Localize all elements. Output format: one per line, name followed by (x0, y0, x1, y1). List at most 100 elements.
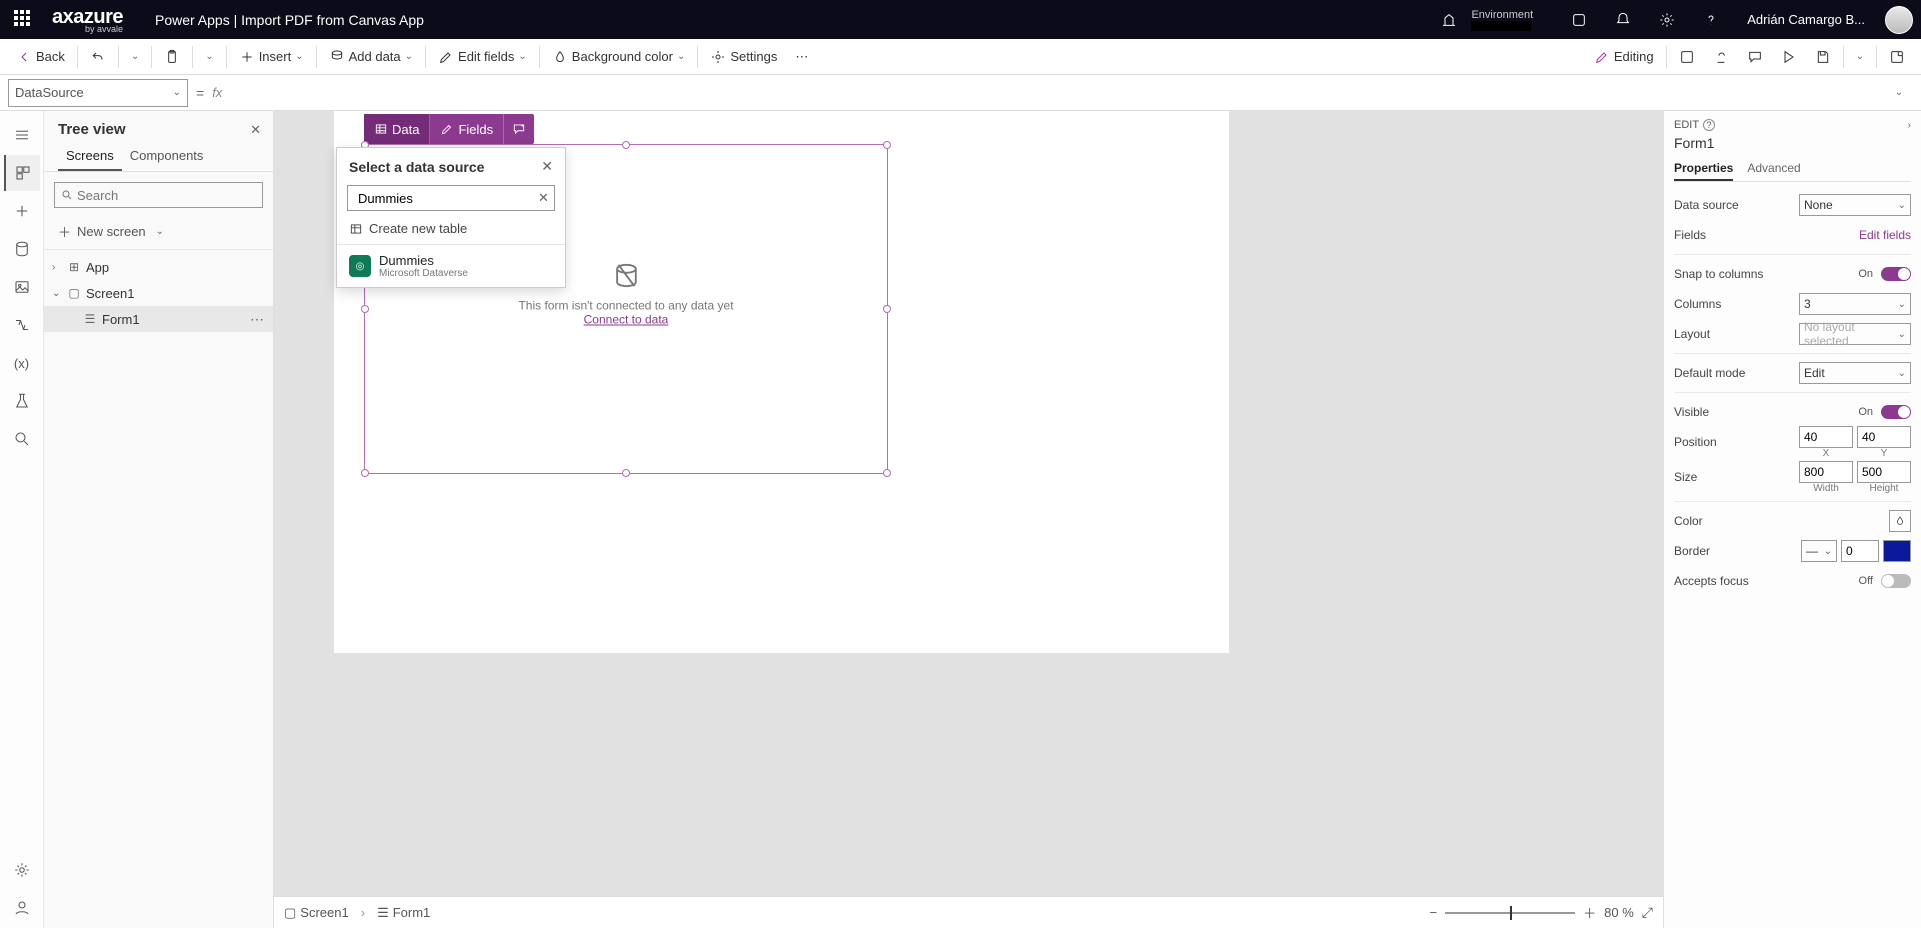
preview-button[interactable] (1773, 41, 1805, 73)
comments-button[interactable] (1739, 41, 1771, 73)
resize-handle[interactable] (361, 305, 369, 313)
tree-item-overflow[interactable]: ⋯ (250, 311, 265, 328)
tree-close-button[interactable]: ✕ (250, 122, 261, 138)
properties-tab[interactable]: Properties (1674, 157, 1733, 181)
rail-tests-icon[interactable] (4, 383, 40, 419)
notifications-icon[interactable] (1607, 4, 1639, 36)
chevron-right-icon[interactable]: › (1908, 120, 1911, 131)
resize-handle[interactable] (883, 469, 891, 477)
settings-icon[interactable] (1651, 4, 1683, 36)
border-style-dropdown[interactable]: —⌄ (1801, 540, 1837, 562)
paste-button[interactable] (156, 41, 188, 73)
fit-screen-button[interactable]: ⤢ (1642, 904, 1653, 921)
snap-toggle[interactable] (1881, 267, 1911, 281)
editing-mode-button[interactable]: Editing (1586, 41, 1662, 73)
property-selector[interactable]: DataSource ⌄ (8, 79, 188, 107)
breadcrumb-screen1[interactable]: ▢ Screen1 (284, 905, 349, 921)
acceptsfocus-toggle[interactable] (1881, 574, 1911, 588)
rail-hamburger-icon[interactable] (4, 117, 40, 153)
zoom-slider[interactable] (1445, 912, 1575, 914)
share-button[interactable] (1671, 41, 1703, 73)
background-color-button[interactable]: Background color ⌄ (544, 41, 694, 73)
publish-button[interactable] (1881, 41, 1913, 73)
formula-input[interactable] (226, 79, 1881, 107)
command-bar: Back ⌄ ⌄ Insert ⌄ Add data ⌄ Edit fields… (0, 39, 1921, 75)
avatar[interactable] (1885, 6, 1913, 34)
prop-position-label: Position (1674, 435, 1799, 449)
help-icon[interactable] (1695, 4, 1727, 36)
new-screen-button[interactable]: ＋ New screen ⌄ (44, 218, 273, 249)
ds-create-table-button[interactable]: Create new table (337, 217, 565, 245)
ds-search-clear-button[interactable]: ✕ (538, 190, 549, 206)
resize-handle[interactable] (883, 141, 891, 149)
color-picker-button[interactable] (1889, 510, 1911, 532)
zoom-in-button[interactable]: ＋ (1583, 903, 1596, 922)
tree-item-app[interactable]: › ⊞ App (44, 254, 273, 280)
prop-defaultmode-dropdown[interactable]: Edit⌄ (1799, 362, 1911, 384)
tree-tab-screens[interactable]: Screens (58, 142, 122, 171)
copilot-icon[interactable] (1563, 4, 1595, 36)
canvas-surface[interactable]: Data Fields (334, 111, 1229, 653)
prop-datasource-dropdown[interactable]: None⌄ (1799, 194, 1911, 216)
edit-fields-link[interactable]: Edit fields (1859, 228, 1911, 242)
tree-search-input[interactable]: Search (54, 182, 263, 208)
rail-ask-icon[interactable] (4, 890, 40, 926)
undo-button[interactable] (82, 41, 114, 73)
formula-expand-button[interactable]: ⌄ (1885, 87, 1913, 98)
ctx-fields-button[interactable]: Fields (430, 114, 504, 144)
resize-handle[interactable] (883, 305, 891, 313)
position-y-input[interactable] (1857, 426, 1911, 448)
rail-insert-icon[interactable] (4, 193, 40, 229)
advanced-tab[interactable]: Advanced (1747, 157, 1800, 181)
settings-button[interactable]: Settings (702, 41, 785, 73)
resize-handle[interactable] (361, 469, 369, 477)
rail-settings-icon[interactable] (4, 852, 40, 888)
environment-label: Environment (1471, 9, 1533, 21)
size-width-input[interactable] (1799, 461, 1853, 483)
rail-media-icon[interactable] (4, 269, 40, 305)
tree-item-screen1[interactable]: ⌄ ▢ Screen1 (44, 280, 273, 306)
tree-item-form1[interactable]: ☰ Form1 ⋯ (44, 306, 273, 332)
rail-variables-icon[interactable]: (x) (4, 345, 40, 381)
connect-to-data-link[interactable]: Connect to data (584, 312, 669, 326)
rail-data-icon[interactable] (4, 231, 40, 267)
rail-flows-icon[interactable] (4, 307, 40, 343)
back-button[interactable]: Back (8, 41, 73, 73)
paste-split-button[interactable]: ⌄ (197, 41, 221, 73)
waffle-icon[interactable] (8, 4, 40, 36)
app-checker-button[interactable] (1705, 41, 1737, 73)
tree-tab-components[interactable]: Components (122, 142, 212, 171)
prop-layout-dropdown[interactable]: No layout selected⌄ (1799, 323, 1911, 345)
visible-toggle[interactable] (1881, 405, 1911, 419)
border-width-input[interactable] (1841, 540, 1879, 562)
resize-handle[interactable] (622, 141, 630, 149)
rail-search-icon[interactable] (4, 421, 40, 457)
breadcrumb-form1[interactable]: ☰ Form1 (377, 905, 430, 921)
save-button[interactable] (1807, 41, 1839, 73)
tree-panel: Tree view ✕ Screens Components Search ＋ … (44, 111, 274, 928)
prop-columns-dropdown[interactable]: 3⌄ (1799, 293, 1911, 315)
ds-search-input[interactable]: ✕ (347, 185, 555, 211)
border-color-button[interactable] (1883, 540, 1911, 562)
environment-picker[interactable]: Environment (1433, 4, 1533, 36)
resize-handle[interactable] (622, 469, 630, 477)
form1-selection[interactable]: This form isn't connected to any data ye… (364, 144, 888, 474)
user-name[interactable]: Adrián Camargo B... (1747, 12, 1865, 27)
overflow-button[interactable]: ⋯ (787, 41, 816, 73)
ds-popup-close-button[interactable]: ✕ (541, 158, 553, 175)
add-data-button[interactable]: Add data ⌄ (321, 41, 421, 73)
insert-button[interactable]: Insert ⌄ (231, 41, 312, 73)
size-height-input[interactable] (1857, 461, 1911, 483)
rail-tree-icon[interactable] (4, 155, 40, 191)
info-icon[interactable]: ? (1703, 119, 1715, 131)
ctx-ideas-button[interactable] (504, 114, 534, 144)
ds-result-item[interactable]: ◎ Dummies Microsoft Dataverse (337, 245, 565, 287)
prop-columns-label: Columns (1674, 297, 1799, 311)
ds-search-field[interactable] (358, 191, 534, 206)
edit-fields-button[interactable]: Edit fields ⌄ (430, 41, 535, 73)
position-x-input[interactable] (1799, 426, 1853, 448)
ctx-data-button[interactable]: Data (364, 114, 430, 144)
undo-split-button[interactable]: ⌄ (123, 41, 147, 73)
save-split-button[interactable]: ⌄ (1848, 41, 1872, 73)
zoom-out-button[interactable]: − (1430, 905, 1438, 920)
